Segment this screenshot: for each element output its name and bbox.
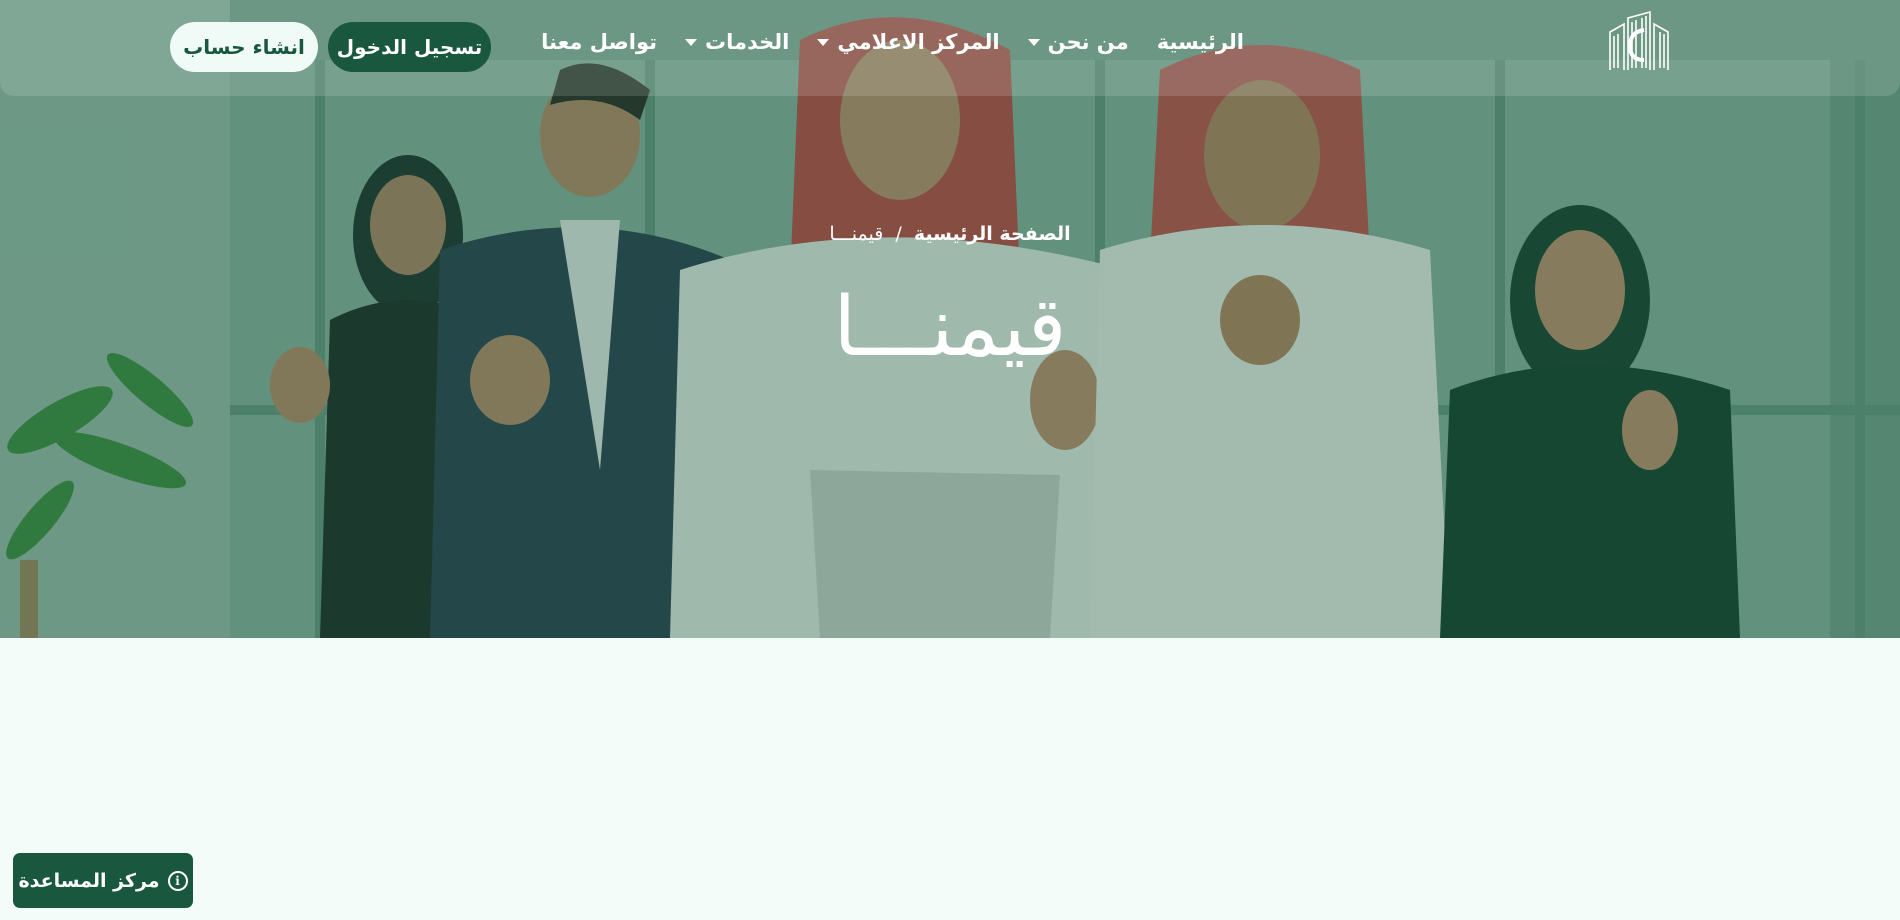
page-title: قيمنـــا: [833, 280, 1067, 375]
nav-item-services[interactable]: الخدمات: [685, 30, 789, 54]
breadcrumb: الصفحة الرئيسية / قيمنـــا: [0, 223, 1900, 245]
breadcrumb-home-link[interactable]: الصفحة الرئيسية: [914, 223, 1071, 245]
nav-item-label: تواصل معنا: [541, 30, 658, 54]
building-logo-icon: [1609, 10, 1669, 70]
breadcrumb-current: قيمنـــا: [829, 223, 884, 245]
info-icon: i: [167, 870, 188, 891]
chevron-down-icon: [817, 38, 830, 46]
chevron-down-icon: [685, 38, 698, 46]
chevron-down-icon: [1027, 38, 1040, 46]
nav-item-label: المركز الاعلامي: [837, 30, 1000, 54]
nav-item-label: الرئيسية: [1156, 30, 1244, 54]
main-nav: الرئيسية من نحن المركز الاعلامي الخدمات …: [541, 30, 1244, 54]
nav-item-media-center[interactable]: المركز الاعلامي: [817, 30, 1000, 54]
nav-item-home[interactable]: الرئيسية: [1157, 30, 1244, 54]
site-logo[interactable]: [1606, 10, 1672, 86]
register-button[interactable]: انشاء حساب: [170, 22, 318, 72]
nav-item-label: من نحن: [1047, 30, 1129, 54]
nav-item-about[interactable]: من نحن: [1027, 30, 1129, 54]
help-center-button[interactable]: i مركز المساعدة: [13, 853, 193, 908]
nav-item-label: الخدمات: [705, 30, 790, 54]
top-navbar: الرئيسية من نحن المركز الاعلامي الخدمات …: [0, 0, 1900, 96]
breadcrumb-separator: /: [895, 223, 902, 245]
login-button[interactable]: تسجيل الدخول: [328, 22, 491, 72]
help-center-label: مركز المساعدة: [18, 869, 160, 892]
nav-item-contact[interactable]: تواصل معنا: [541, 30, 657, 54]
